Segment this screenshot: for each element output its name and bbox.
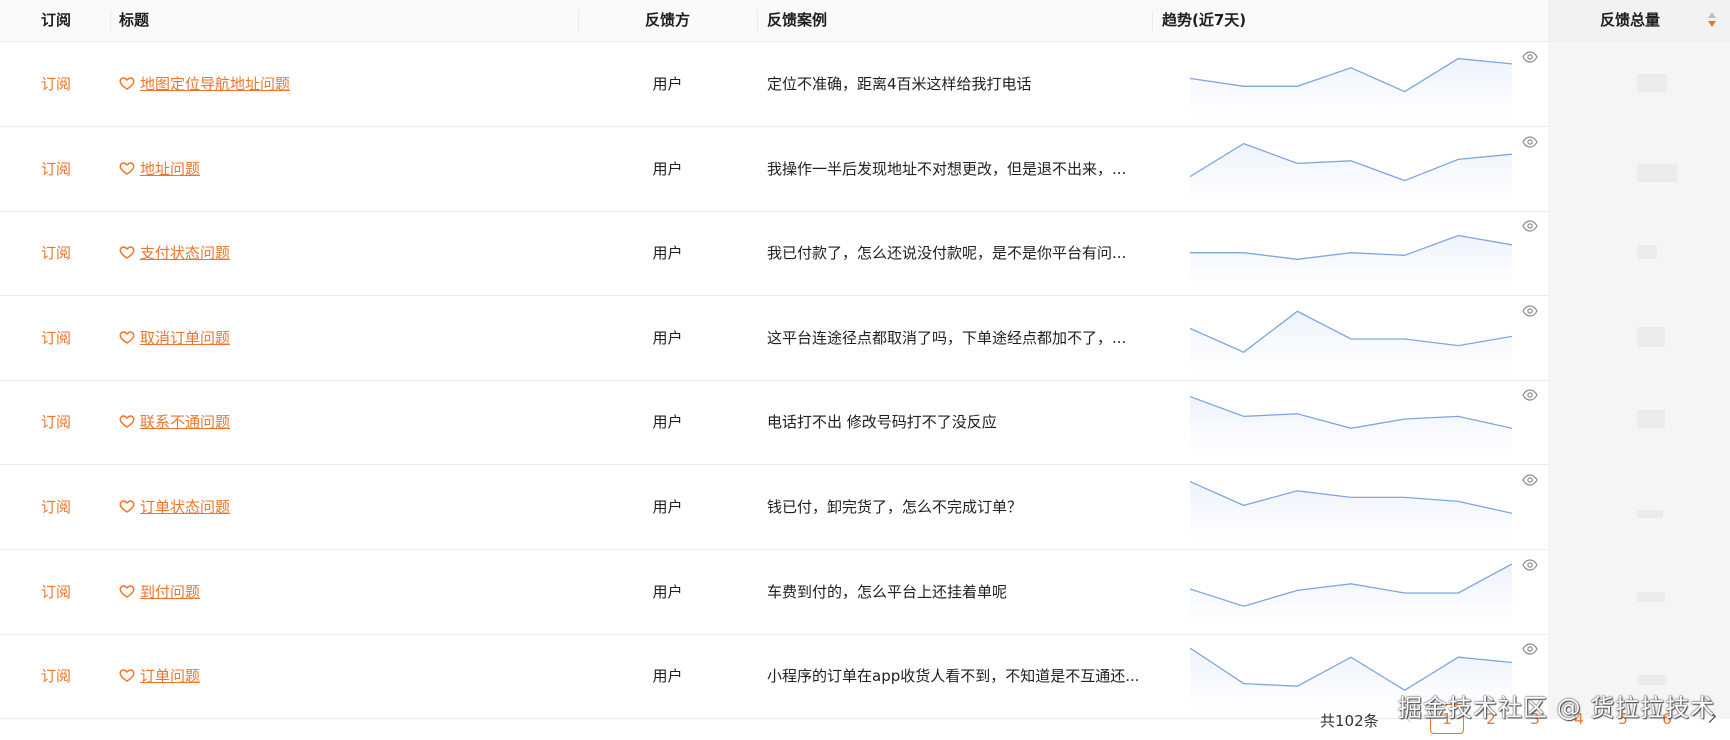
title-link[interactable]: 订单状态问题 <box>140 498 230 516</box>
case-cell: 电话打不出 修改号码打不了没反应 <box>767 413 997 432</box>
trend-sparkline <box>1190 235 1512 288</box>
party-cell: 用户 <box>652 498 683 516</box>
title-link[interactable]: 联系不通问题 <box>140 413 230 431</box>
heart-icon[interactable] <box>119 244 135 260</box>
total-value-redacted <box>1637 326 1665 347</box>
title-link[interactable]: 订单问题 <box>140 667 200 685</box>
case-cell: 我已付款了，怎么还说没付款呢，是不是你平台有问... <box>767 244 1127 263</box>
heart-icon[interactable] <box>119 583 135 599</box>
title-cell: 订单状态问题 <box>119 465 230 549</box>
total-value-redacted <box>1637 74 1667 92</box>
table-row: 订阅 到付问题 用户 车费到付的，怎么平台上还挂着单呢 <box>0 549 1730 635</box>
trend-area <box>1190 396 1512 457</box>
table-row: 订阅 支付状态问题 用户 我已付款了，怎么还说没付款呢，是不是你平台有问... <box>0 211 1730 297</box>
column-divider <box>110 11 111 31</box>
table-header: 订阅 标题 反馈方 反馈案例 趋势(近7天) 反馈总量 <box>0 0 1730 42</box>
party-cell: 用户 <box>652 159 683 178</box>
subscribe-link[interactable]: 订阅 <box>41 127 71 211</box>
subscribe-link[interactable]: 订阅 <box>41 380 71 464</box>
total-value-redacted <box>1637 244 1657 259</box>
title-link[interactable]: 支付状态问题 <box>140 244 230 262</box>
total-value-redacted <box>1637 591 1665 602</box>
trend-area <box>1190 235 1512 288</box>
trend-sparkline <box>1190 57 1512 118</box>
title-cell: 支付状态问题 <box>119 211 230 295</box>
table-row: 订阅 订单状态问题 用户 钱已付，卸完货了，怎么不完成订单？ <box>0 465 1730 550</box>
total-value-redacted <box>1637 674 1667 685</box>
subscribe-link[interactable]: 订阅 <box>41 211 71 295</box>
trend-area <box>1190 143 1512 203</box>
table-row: 订阅 地址问题 用户 我操作一半后发现地址不对想更改，但是退不出来，... <box>0 126 1730 212</box>
title-link[interactable]: 取消订单问题 <box>140 329 230 347</box>
table-row: 订阅 取消订单问题 用户 这平台连途径点都取消了吗，下单途经点都加不了，... <box>0 295 1730 381</box>
header-subscribe: 订阅 <box>41 11 72 29</box>
title-cell: 地图定位导航地址问题 <box>119 42 290 126</box>
eye-icon[interactable] <box>1522 51 1538 63</box>
subscribe-link[interactable]: 订阅 <box>41 296 71 380</box>
sort-icon[interactable] <box>1708 12 1718 30</box>
trend-sparkline <box>1190 396 1512 457</box>
party-cell: 用户 <box>652 244 683 263</box>
case-cell: 我操作一半后发现地址不对想更改，但是退不出来，... <box>767 159 1127 178</box>
case-cell: 钱已付，卸完货了，怎么不完成订单？ <box>767 498 1023 516</box>
party-cell: 用户 <box>652 328 683 347</box>
column-divider <box>578 11 579 31</box>
watermark: 掘金技术社区 @ 货拉拉技术 <box>1398 694 1716 722</box>
column-divider <box>757 11 758 31</box>
eye-icon[interactable] <box>1522 389 1538 401</box>
header-case: 反馈案例 <box>767 11 828 29</box>
trend-sparkline <box>1190 563 1512 626</box>
table-row: 订阅 地图定位导航地址问题 用户 定位不准确，距离4百米这样给我打电话 <box>0 42 1730 127</box>
eye-icon[interactable] <box>1522 474 1538 486</box>
party-cell: 用户 <box>652 582 683 601</box>
title-link[interactable]: 地图定位导航地址问题 <box>140 75 290 93</box>
party-cell: 用户 <box>652 413 683 432</box>
header-title: 标题 <box>119 11 150 29</box>
heart-icon[interactable] <box>119 413 135 429</box>
heart-icon[interactable] <box>119 75 135 91</box>
trend-sparkline <box>1190 481 1512 541</box>
trend-area <box>1190 311 1512 372</box>
total-value-redacted <box>1637 510 1663 518</box>
total-value-redacted <box>1637 163 1677 182</box>
total-count: 共102条 <box>1320 712 1379 730</box>
heart-icon[interactable] <box>119 160 135 176</box>
case-cell: 车费到付的，怎么平台上还挂着单呢 <box>767 582 1008 601</box>
eye-icon[interactable] <box>1522 305 1538 317</box>
trend-sparkline <box>1190 310 1512 372</box>
eye-icon[interactable] <box>1522 220 1538 232</box>
title-cell: 地址问题 <box>119 127 200 211</box>
header-total[interactable]: 反馈总量 <box>1548 0 1712 41</box>
trend-area <box>1190 481 1512 541</box>
eye-icon[interactable] <box>1522 558 1538 571</box>
title-link[interactable]: 地址问题 <box>140 160 200 178</box>
subscribe-link[interactable]: 订阅 <box>41 550 71 634</box>
column-divider <box>1152 11 1153 31</box>
subscribe-link[interactable]: 订阅 <box>41 465 71 549</box>
header-trend: 趋势(近7天) <box>1162 11 1247 29</box>
total-value-redacted <box>1637 409 1665 428</box>
table-row: 订阅 联系不通问题 用户 电话打不出 修改号码打不了没反应 <box>0 380 1730 466</box>
title-cell: 取消订单问题 <box>119 296 230 380</box>
sort-descending-icon[interactable] <box>1708 21 1716 27</box>
title-cell: 到付问题 <box>119 550 200 634</box>
title-cell: 联系不通问题 <box>119 380 230 464</box>
trend-area <box>1190 563 1512 626</box>
title-link[interactable]: 到付问题 <box>140 583 200 601</box>
total-cell-bg <box>1548 465 1730 550</box>
header-party: 反馈方 <box>644 11 690 29</box>
sort-ascending-icon[interactable] <box>1708 12 1716 18</box>
heart-icon[interactable] <box>119 498 135 514</box>
heart-icon[interactable] <box>119 329 135 345</box>
subscribe-link[interactable]: 订阅 <box>41 42 71 126</box>
eye-icon[interactable] <box>1522 135 1538 148</box>
trend-sparkline <box>1190 142 1512 203</box>
party-cell: 用户 <box>652 75 683 93</box>
case-cell: 这平台连途径点都取消了吗，下单途经点都加不了，... <box>767 328 1127 347</box>
heart-icon[interactable] <box>119 667 135 683</box>
case-cell: 定位不准确，距离4百米这样给我打电话 <box>767 75 1032 93</box>
eye-icon[interactable] <box>1522 643 1538 655</box>
